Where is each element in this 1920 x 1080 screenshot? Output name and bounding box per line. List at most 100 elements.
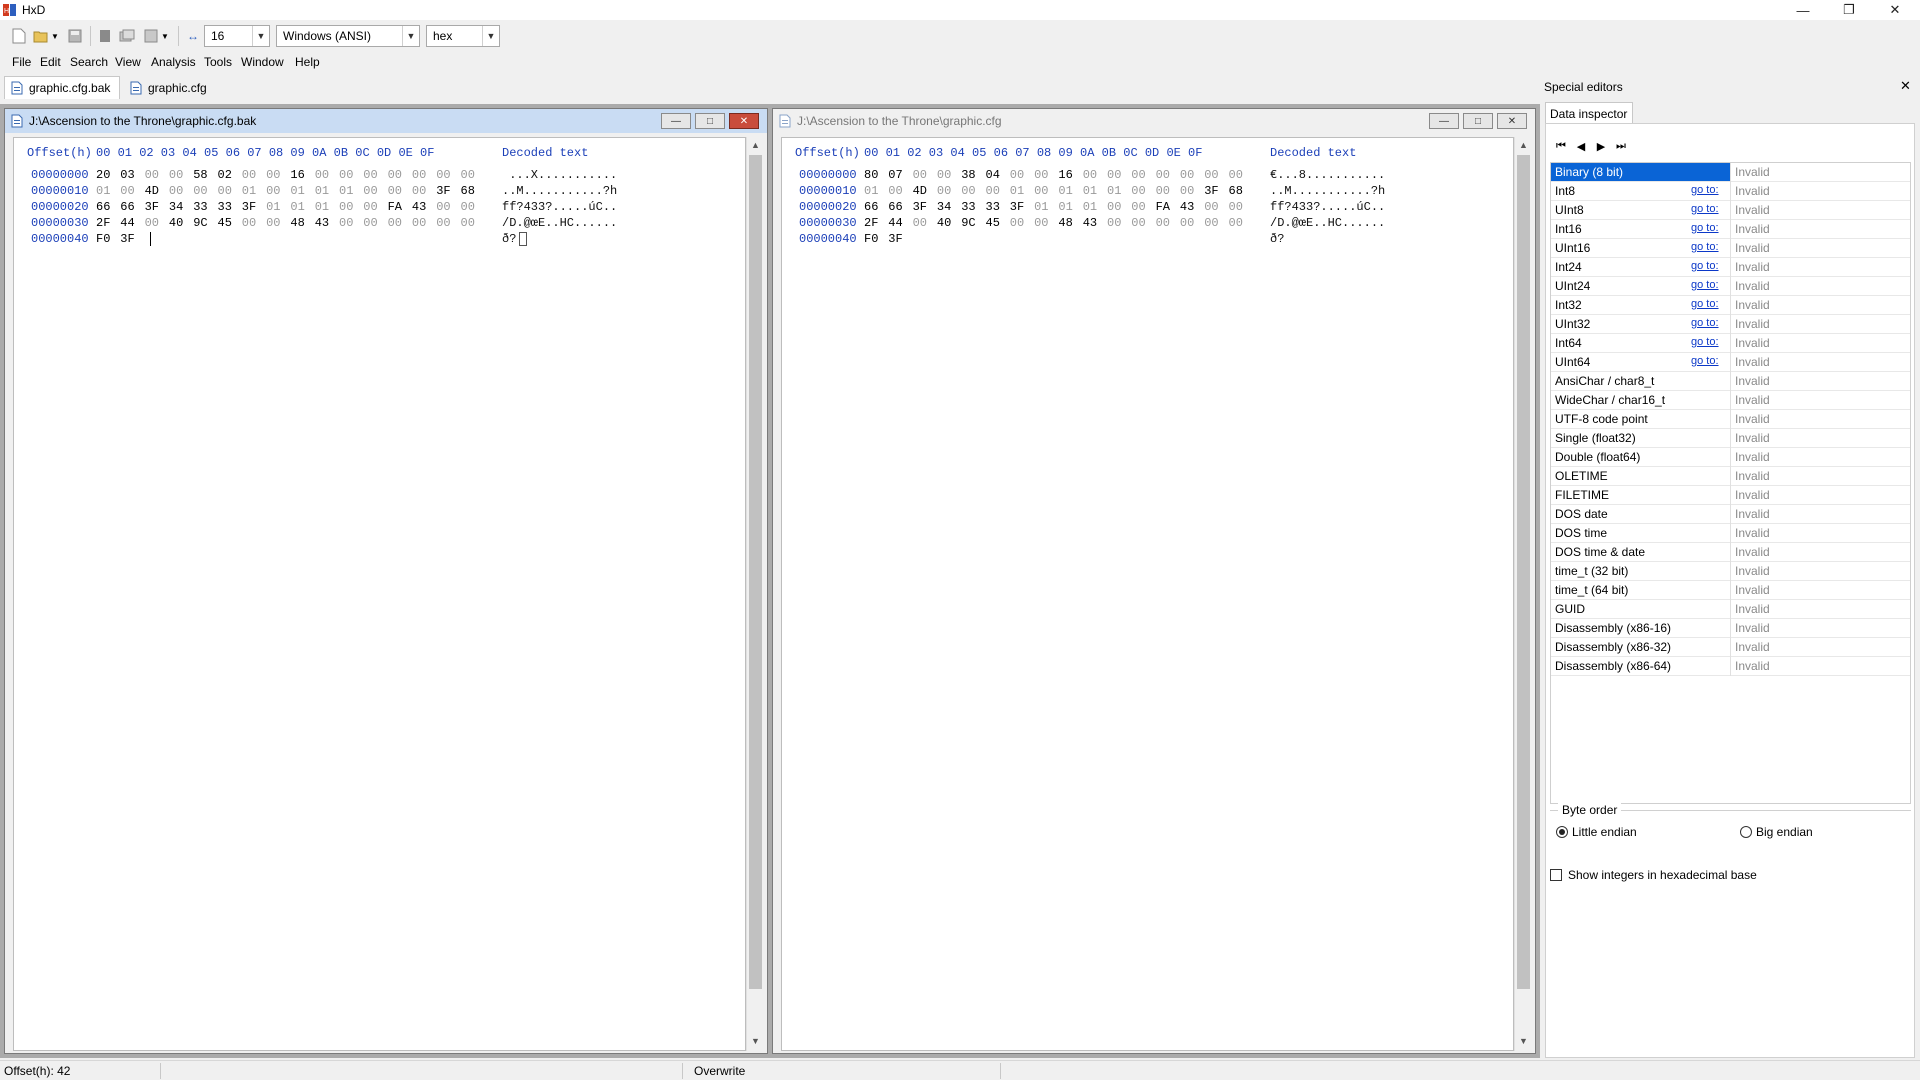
decoded-text[interactable]: ff?433?.....úC.. bbox=[502, 200, 617, 214]
close-file-icon[interactable] bbox=[96, 27, 114, 45]
inspector-value[interactable]: Invalid bbox=[1735, 621, 1770, 635]
inspector-row[interactable]: AnsiChar / char8_t Invalid bbox=[1551, 372, 1910, 391]
hex-byte[interactable]: 01 bbox=[266, 200, 280, 214]
tab-graphic-cfg[interactable]: graphic.cfg bbox=[124, 76, 214, 99]
inspector-value[interactable]: Invalid bbox=[1735, 431, 1770, 445]
big-endian-radio[interactable] bbox=[1740, 826, 1752, 838]
hex-byte[interactable]: 3F bbox=[145, 200, 159, 214]
hex-byte[interactable]: 00 bbox=[1107, 168, 1121, 182]
menu-tools[interactable]: Tools bbox=[204, 55, 232, 69]
hex-byte[interactable]: 2F bbox=[864, 216, 878, 230]
hex-byte[interactable]: 00 bbox=[1034, 168, 1048, 182]
display-mode-select[interactable]: hex ▼ bbox=[426, 25, 500, 47]
hex-byte[interactable]: 00 bbox=[1229, 168, 1243, 182]
hex-byte[interactable]: 00 bbox=[461, 216, 475, 230]
hex-byte[interactable]: 43 bbox=[1083, 216, 1097, 230]
inspector-row[interactable]: Int8 go to: Invalid bbox=[1551, 182, 1910, 201]
hex-byte[interactable]: 16 bbox=[1058, 168, 1072, 182]
hex-byte[interactable]: 07 bbox=[888, 168, 902, 182]
hex-byte[interactable]: 38 bbox=[961, 168, 975, 182]
tools-dropdown-icon[interactable]: ▼ bbox=[160, 27, 170, 45]
hex-byte[interactable]: FA bbox=[388, 200, 402, 214]
hex-byte[interactable]: 33 bbox=[986, 200, 1000, 214]
hex-byte[interactable]: 00 bbox=[145, 216, 159, 230]
next-byte-icon[interactable]: ▶ bbox=[1592, 138, 1610, 154]
hex-byte[interactable]: 01 bbox=[315, 184, 329, 198]
hex-byte[interactable]: 01 bbox=[864, 184, 878, 198]
hex-byte[interactable]: 43 bbox=[1180, 200, 1194, 214]
hex-byte[interactable]: 00 bbox=[1131, 200, 1145, 214]
hex-byte[interactable]: 33 bbox=[193, 200, 207, 214]
inspector-row[interactable]: WideChar / char16_t Invalid bbox=[1551, 391, 1910, 410]
menu-edit[interactable]: Edit bbox=[40, 55, 61, 69]
inspector-value[interactable]: Invalid bbox=[1735, 564, 1770, 578]
hex-byte[interactable]: 00 bbox=[436, 216, 450, 230]
hex-byte[interactable]: 00 bbox=[1083, 168, 1097, 182]
goto-link[interactable]: go to: bbox=[1691, 203, 1719, 215]
menu-window[interactable]: Window bbox=[241, 55, 284, 69]
maximize-child-button[interactable]: □ bbox=[695, 113, 725, 129]
hex-byte[interactable]: 00 bbox=[937, 168, 951, 182]
decoded-text[interactable]: ð? bbox=[502, 232, 516, 246]
hex-byte[interactable]: 44 bbox=[120, 216, 134, 230]
inspector-value[interactable]: Invalid bbox=[1735, 545, 1770, 559]
hex-byte[interactable]: 40 bbox=[937, 216, 951, 230]
hex-byte[interactable]: 01 bbox=[1058, 184, 1072, 198]
hex-byte[interactable]: 03 bbox=[120, 168, 134, 182]
hex-byte[interactable]: 00 bbox=[1180, 184, 1194, 198]
hex-byte[interactable]: 00 bbox=[1204, 168, 1218, 182]
hex-byte[interactable]: 66 bbox=[120, 200, 134, 214]
inspector-row[interactable]: Int24 go to: Invalid bbox=[1551, 258, 1910, 277]
goto-link[interactable]: go to: bbox=[1691, 355, 1719, 367]
maximize-child-button[interactable]: □ bbox=[1463, 113, 1493, 129]
hex-byte[interactable]: 00 bbox=[1034, 216, 1048, 230]
decoded-text[interactable]: /D.@œE..HC...... bbox=[502, 216, 617, 230]
inspector-row[interactable]: Disassembly (x86-64) Invalid bbox=[1551, 657, 1910, 676]
hex-byte[interactable]: 00 bbox=[1131, 168, 1145, 182]
last-byte-icon[interactable]: ⏭ bbox=[1612, 138, 1630, 154]
hex-byte[interactable]: 00 bbox=[1204, 216, 1218, 230]
close-window-button[interactable]: ✕ bbox=[1872, 0, 1918, 20]
inspector-row[interactable]: UInt24 go to: Invalid bbox=[1551, 277, 1910, 296]
inspector-value[interactable]: Invalid bbox=[1735, 317, 1770, 331]
hex-byte[interactable]: 00 bbox=[339, 168, 353, 182]
hex-byte[interactable]: 9C bbox=[193, 216, 207, 230]
open-dropdown-icon[interactable]: ▼ bbox=[50, 27, 60, 45]
hex-byte[interactable]: 00 bbox=[218, 184, 232, 198]
goto-link[interactable]: go to: bbox=[1691, 260, 1719, 272]
hex-byte[interactable]: 00 bbox=[1010, 168, 1024, 182]
hex-byte[interactable]: 00 bbox=[461, 168, 475, 182]
hex-byte[interactable]: 00 bbox=[412, 184, 426, 198]
hex-byte[interactable]: 3F bbox=[913, 200, 927, 214]
hex-byte[interactable]: 00 bbox=[961, 184, 975, 198]
restore-window-button[interactable]: ❐ bbox=[1826, 0, 1872, 20]
first-byte-icon[interactable]: ⏮ bbox=[1552, 138, 1570, 154]
inspector-value[interactable]: Invalid bbox=[1735, 488, 1770, 502]
hex-byte[interactable]: 00 bbox=[1229, 216, 1243, 230]
hex-byte[interactable]: 00 bbox=[388, 184, 402, 198]
hex-byte[interactable]: 33 bbox=[218, 200, 232, 214]
inspector-row[interactable]: Int16 go to: Invalid bbox=[1551, 220, 1910, 239]
hex-byte[interactable]: 00 bbox=[412, 216, 426, 230]
hex-byte[interactable]: 66 bbox=[96, 200, 110, 214]
hex-byte[interactable]: 00 bbox=[242, 216, 256, 230]
hex-byte[interactable]: 01 bbox=[1107, 184, 1121, 198]
scroll-up-icon[interactable]: ▲ bbox=[747, 137, 764, 153]
hex-byte[interactable]: 00 bbox=[412, 168, 426, 182]
inspector-value[interactable]: Invalid bbox=[1735, 374, 1770, 388]
hex-byte[interactable]: 01 bbox=[1034, 200, 1048, 214]
inspector-row[interactable]: time_t (64 bit) Invalid bbox=[1551, 581, 1910, 600]
inspector-value[interactable]: Invalid bbox=[1735, 203, 1770, 217]
inspector-value[interactable]: Invalid bbox=[1735, 602, 1770, 616]
hex-byte[interactable]: 00 bbox=[388, 168, 402, 182]
hex-byte[interactable]: 00 bbox=[363, 184, 377, 198]
goto-link[interactable]: go to: bbox=[1691, 241, 1719, 253]
hex-byte[interactable]: 00 bbox=[242, 168, 256, 182]
hex-byte[interactable]: 4D bbox=[913, 184, 927, 198]
hex-byte[interactable]: 66 bbox=[864, 200, 878, 214]
hex-byte[interactable]: 01 bbox=[1058, 200, 1072, 214]
close-child-button[interactable]: ✕ bbox=[729, 113, 759, 129]
inspector-row[interactable]: UInt64 go to: Invalid bbox=[1551, 353, 1910, 372]
hex-byte[interactable]: 58 bbox=[193, 168, 207, 182]
hex-view[interactable]: Offset(h) 00 01 02 03 04 05 06 07 08 09 0… bbox=[13, 137, 746, 1051]
